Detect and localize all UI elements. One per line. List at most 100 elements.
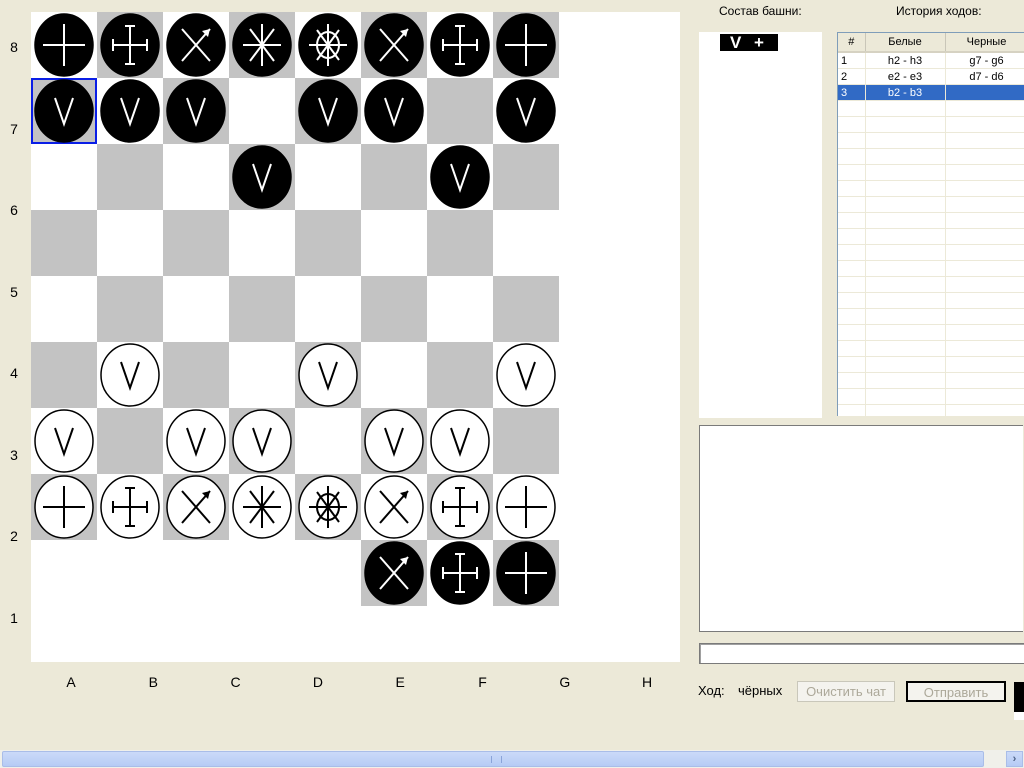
history-row[interactable] bbox=[838, 404, 1024, 416]
black-piece-v-icon[interactable] bbox=[229, 144, 295, 210]
scroll-right-button[interactable]: › bbox=[1006, 751, 1023, 767]
board-cell[interactable] bbox=[229, 408, 295, 474]
white-piece-star-icon[interactable] bbox=[229, 474, 295, 540]
history-row[interactable] bbox=[838, 244, 1024, 261]
history-row[interactable] bbox=[838, 388, 1024, 405]
board-cell[interactable] bbox=[427, 12, 493, 78]
black-piece-v-icon[interactable] bbox=[295, 78, 361, 144]
history-row[interactable] bbox=[838, 356, 1024, 373]
white-piece-bar-cross-icon[interactable] bbox=[427, 474, 493, 540]
board-cell[interactable] bbox=[361, 342, 427, 408]
board-cell[interactable] bbox=[361, 276, 427, 342]
board-cell[interactable] bbox=[493, 276, 559, 342]
board-cell[interactable] bbox=[361, 144, 427, 210]
black-piece-v-icon[interactable] bbox=[163, 78, 229, 144]
board-cell[interactable] bbox=[229, 474, 295, 540]
history-row[interactable] bbox=[838, 100, 1024, 117]
board-cell[interactable] bbox=[97, 342, 163, 408]
board-cell[interactable] bbox=[163, 342, 229, 408]
black-piece-v-icon[interactable] bbox=[361, 78, 427, 144]
board-cell[interactable] bbox=[493, 540, 559, 606]
board-cell[interactable] bbox=[31, 12, 97, 78]
black-piece-v-icon[interactable] bbox=[97, 78, 163, 144]
board-cell[interactable] bbox=[493, 408, 559, 474]
history-row[interactable] bbox=[838, 212, 1024, 229]
board-cell[interactable] bbox=[97, 408, 163, 474]
column-header-number[interactable]: # bbox=[838, 33, 866, 53]
white-piece-v-icon[interactable] bbox=[427, 408, 493, 474]
black-piece-plus-icon[interactable] bbox=[493, 540, 559, 606]
board-cell[interactable] bbox=[427, 408, 493, 474]
board-cell[interactable] bbox=[295, 474, 361, 540]
black-piece-x-arrow-icon[interactable] bbox=[361, 12, 427, 78]
board-cell[interactable] bbox=[427, 144, 493, 210]
black-piece-x-arrow-icon[interactable] bbox=[163, 12, 229, 78]
board-cell[interactable] bbox=[361, 408, 427, 474]
black-piece-bar-cross-icon[interactable] bbox=[97, 12, 163, 78]
history-row[interactable] bbox=[838, 148, 1024, 165]
board-cell[interactable] bbox=[97, 210, 163, 276]
send-button[interactable]: Отправить bbox=[906, 681, 1006, 702]
board-cell[interactable] bbox=[31, 78, 97, 144]
board-cell[interactable] bbox=[295, 276, 361, 342]
board-cell[interactable] bbox=[493, 474, 559, 540]
board-cell[interactable] bbox=[427, 474, 493, 540]
history-row[interactable] bbox=[838, 132, 1024, 149]
board-cell[interactable] bbox=[163, 12, 229, 78]
clear-chat-button[interactable]: Очистить чат bbox=[797, 681, 895, 702]
board-cell[interactable] bbox=[97, 276, 163, 342]
white-piece-v-icon[interactable] bbox=[97, 342, 163, 408]
move-history-table[interactable]: # Белые Черные 1 h2 - h3 g7 - g6 2 e2 - e3 d7… bbox=[837, 32, 1024, 416]
white-piece-bar-cross-icon[interactable] bbox=[97, 474, 163, 540]
board-cell[interactable] bbox=[97, 474, 163, 540]
board-cell[interactable] bbox=[427, 78, 493, 144]
board-cell[interactable] bbox=[97, 78, 163, 144]
white-piece-v-icon[interactable] bbox=[493, 342, 559, 408]
board-cell[interactable] bbox=[163, 276, 229, 342]
white-piece-x-arrow-icon[interactable] bbox=[361, 474, 427, 540]
white-piece-v-icon[interactable] bbox=[229, 408, 295, 474]
board-cell[interactable] bbox=[163, 474, 229, 540]
black-piece-star-icon[interactable] bbox=[229, 12, 295, 78]
history-row[interactable] bbox=[838, 164, 1024, 181]
black-piece-plus-icon[interactable] bbox=[31, 12, 97, 78]
board-cell[interactable] bbox=[229, 78, 295, 144]
board-cell[interactable] bbox=[493, 144, 559, 210]
board-cell[interactable] bbox=[361, 210, 427, 276]
history-row[interactable]: 1 h2 - h3 g7 - g6 bbox=[838, 52, 1024, 69]
board-cell[interactable] bbox=[295, 342, 361, 408]
scrollbar-thumb[interactable] bbox=[2, 751, 984, 767]
white-piece-v-icon[interactable] bbox=[295, 342, 361, 408]
board-cell[interactable] bbox=[97, 144, 163, 210]
history-row[interactable] bbox=[838, 260, 1024, 277]
history-row[interactable] bbox=[838, 228, 1024, 245]
black-piece-v-icon[interactable] bbox=[31, 78, 97, 144]
black-piece-bar-cross-icon[interactable] bbox=[427, 12, 493, 78]
board-cell[interactable] bbox=[427, 540, 493, 606]
board-cell[interactable] bbox=[361, 474, 427, 540]
board-cell[interactable] bbox=[361, 12, 427, 78]
board-cell[interactable] bbox=[229, 342, 295, 408]
board-cell[interactable] bbox=[229, 210, 295, 276]
white-piece-wheel-icon[interactable] bbox=[295, 474, 361, 540]
board-cell[interactable] bbox=[31, 276, 97, 342]
board-cell[interactable] bbox=[493, 342, 559, 408]
board-cell[interactable] bbox=[427, 342, 493, 408]
board-cell[interactable] bbox=[361, 540, 427, 606]
board-cell[interactable] bbox=[295, 78, 361, 144]
history-row[interactable]: 2 e2 - e3 d7 - d6 bbox=[838, 68, 1024, 85]
board-cell[interactable] bbox=[295, 210, 361, 276]
history-row[interactable] bbox=[838, 372, 1024, 389]
white-piece-v-icon[interactable] bbox=[163, 408, 229, 474]
white-piece-x-arrow-icon[interactable] bbox=[163, 474, 229, 540]
black-piece-bar-cross-icon[interactable] bbox=[427, 540, 493, 606]
board-cell[interactable] bbox=[31, 474, 97, 540]
board-cell[interactable] bbox=[31, 408, 97, 474]
history-row[interactable] bbox=[838, 292, 1024, 309]
board-cell[interactable] bbox=[163, 210, 229, 276]
board-cell[interactable] bbox=[295, 408, 361, 474]
board-cell[interactable] bbox=[229, 12, 295, 78]
game-board[interactable] bbox=[31, 12, 680, 662]
board-cell[interactable] bbox=[163, 408, 229, 474]
history-row[interactable] bbox=[838, 276, 1024, 293]
